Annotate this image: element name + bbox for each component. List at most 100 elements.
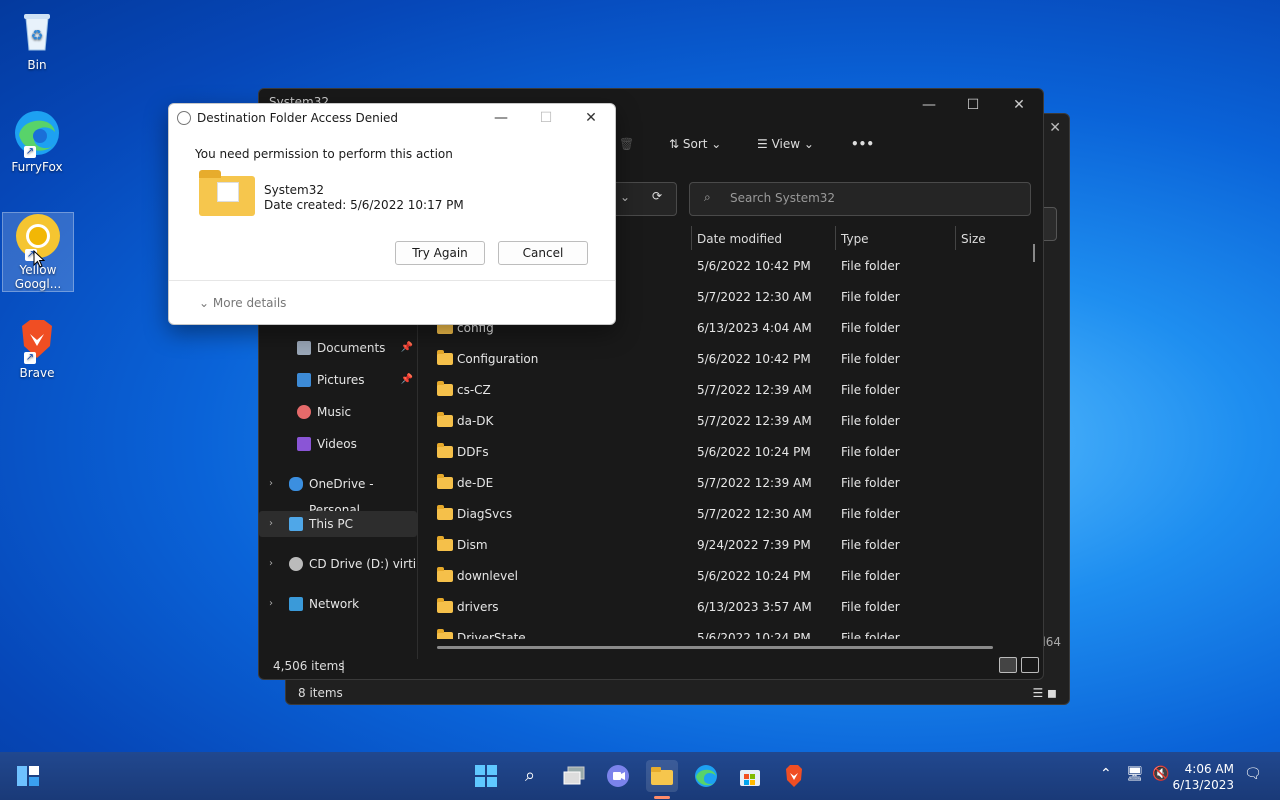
file-row[interactable]: cs-CZ 5/7/2022 12:39 AM File folder: [437, 376, 1027, 407]
status-bar-text: 8 items: [298, 686, 343, 700]
task-view-icon[interactable]: [558, 760, 590, 792]
chevron-up-icon[interactable]: ⌃: [1100, 766, 1112, 782]
file-name: da-DK: [457, 414, 494, 428]
file-type: File folder: [841, 259, 900, 273]
desktop-icon-label: Brave: [19, 366, 55, 380]
file-name: cs-CZ: [457, 383, 491, 397]
network-status-icon[interactable]: 🖥: [1126, 766, 1144, 782]
file-date: 5/7/2022 12:30 AM: [697, 290, 812, 304]
more-details-toggle[interactable]: ⌄ More details: [199, 296, 286, 310]
file-name: drivers: [457, 600, 499, 614]
horizontal-scrollbar[interactable]: [437, 646, 993, 649]
file-row[interactable]: downlevel 5/6/2022 10:24 PM File folder: [437, 562, 1027, 593]
edge-browser-icon: ↗: [14, 110, 60, 158]
file-date: 9/24/2022 7:39 PM: [697, 538, 811, 552]
file-explorer-taskbar-icon[interactable]: [646, 760, 678, 792]
start-button[interactable]: [470, 760, 502, 792]
file-row[interactable]: DiagSvcs 5/7/2022 12:30 AM File folder: [437, 500, 1027, 531]
file-row[interactable]: da-DK 5/7/2022 12:39 AM File folder: [437, 407, 1027, 438]
file-type: File folder: [841, 631, 900, 639]
shortcut-arrow-icon: ↗: [24, 352, 36, 364]
file-date: 5/6/2022 10:42 PM: [697, 352, 811, 366]
file-type: File folder: [841, 321, 900, 335]
view-toggle-icon[interactable]: ☰ ◼: [1032, 686, 1057, 700]
details-view-icon[interactable]: [999, 657, 1017, 673]
teams-chat-icon[interactable]: [602, 760, 634, 792]
mouse-cursor-icon: [33, 250, 45, 268]
file-row[interactable]: DriverState 5/6/2022 10:24 PM File folder: [437, 624, 1027, 639]
access-denied-dialog[interactable]: Destination Folder Access Denied — ☐ ✕ Y…: [168, 103, 616, 325]
file-row[interactable]: de-DE 5/7/2022 12:39 AM File folder: [437, 469, 1027, 500]
status-bar-text: 4,506 items: [273, 659, 345, 673]
file-type: File folder: [841, 352, 900, 366]
folder-icon: [199, 170, 255, 216]
file-date: 5/7/2022 12:30 AM: [697, 507, 812, 521]
file-date: 5/6/2022 10:24 PM: [697, 445, 811, 459]
folder-date: Date created: 5/6/2022 10:17 PM: [264, 198, 464, 212]
maximize-button: ☐: [539, 110, 553, 126]
file-type: File folder: [841, 569, 900, 583]
file-date: 5/6/2022 10:42 PM: [697, 259, 811, 273]
try-again-button[interactable]: Try Again: [395, 241, 485, 265]
search-icon[interactable]: ⌕: [514, 760, 546, 792]
file-date: 5/7/2022 12:39 AM: [697, 476, 812, 490]
widgets-icon[interactable]: [12, 760, 44, 792]
file-date: 5/6/2022 10:24 PM: [697, 569, 811, 583]
folder-icon: [437, 474, 453, 489]
file-date: 5/7/2022 12:39 AM: [697, 383, 812, 397]
file-date: 6/13/2023 4:04 AM: [697, 321, 812, 335]
file-row[interactable]: DDFs 5/6/2022 10:24 PM File folder: [437, 438, 1027, 469]
file-row[interactable]: Configuration 5/6/2022 10:42 PM File folde…: [437, 345, 1027, 376]
folder-icon: [437, 629, 453, 639]
status-divider: |: [341, 659, 346, 673]
store-icon[interactable]: [734, 760, 766, 792]
folder-icon: [437, 412, 453, 427]
file-name: Dism: [457, 538, 488, 552]
dialog-message: You need permission to perform this acti…: [195, 147, 453, 161]
edge-browser-icon[interactable]: [690, 760, 722, 792]
taskbar: ⌕ ⌃ 🖥 🔇 4:06 AM 6/13/2023 🗨: [0, 752, 1280, 800]
close-button[interactable]: ✕: [571, 106, 611, 130]
recycle-bin-icon: ♻: [14, 8, 60, 54]
svg-text:♻: ♻: [31, 28, 44, 44]
desktop-icon-furryfox[interactable]: ↗ FurryFox: [2, 110, 72, 174]
desktop-icon-label: Bin: [27, 58, 47, 72]
brave-lion-icon[interactable]: [778, 760, 810, 792]
dialog-divider: [169, 280, 615, 281]
folder-icon: [437, 505, 453, 520]
system-clock[interactable]: 4:06 AM 6/13/2023: [1172, 761, 1234, 793]
active-app-indicator: [654, 796, 670, 799]
file-row[interactable]: drivers 6/13/2023 3:57 AM File folder: [437, 593, 1027, 624]
folder-icon: [437, 381, 453, 396]
tiles-view-icon[interactable]: [1021, 657, 1039, 673]
file-date: 6/13/2023 3:57 AM: [697, 600, 812, 614]
folder-icon: [437, 567, 453, 582]
clock-icon: [177, 111, 191, 125]
volume-muted-icon[interactable]: 🔇: [1152, 766, 1169, 782]
chevron-down-icon: ⌄: [199, 296, 213, 310]
folder-icon: [437, 598, 453, 613]
folder-icon: [437, 350, 453, 365]
file-date: 5/7/2022 12:39 AM: [697, 414, 812, 428]
brave-lion-icon: ↗: [14, 316, 60, 364]
folder-icon: [437, 443, 453, 458]
file-type: File folder: [841, 414, 900, 428]
file-name: DriverState: [457, 631, 526, 639]
file-type: File folder: [841, 507, 900, 521]
desktop-icon-label: FurryFox: [11, 160, 63, 174]
file-type: File folder: [841, 445, 900, 459]
notification-icon[interactable]: 🗨: [1244, 766, 1262, 782]
desktop-icon-bin[interactable]: ♻ Bin: [2, 8, 72, 72]
file-name: de-DE: [457, 476, 494, 490]
close-icon[interactable]: ✕: [1049, 120, 1061, 136]
minimize-button[interactable]: —: [481, 106, 521, 130]
file-date: 5/6/2022 10:24 PM: [697, 631, 811, 639]
folder-name: System32: [264, 183, 325, 197]
cancel-button[interactable]: Cancel: [498, 241, 588, 265]
file-type: File folder: [841, 600, 900, 614]
file-name: DiagSvcs: [457, 507, 513, 521]
dialog-title: Destination Folder Access Denied: [197, 111, 399, 125]
desktop-icon-brave[interactable]: ↗ Brave: [2, 316, 72, 380]
folder-icon: [437, 536, 453, 551]
file-row[interactable]: Dism 9/24/2022 7:39 PM File folder: [437, 531, 1027, 562]
